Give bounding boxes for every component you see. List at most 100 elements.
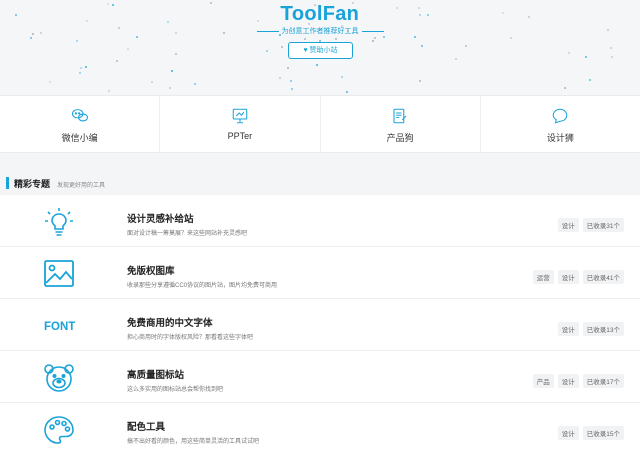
nav-label: 微信小编	[61, 133, 98, 143]
particle-dot	[79, 72, 81, 74]
bear-icon	[44, 364, 74, 392]
topic-tags: 运营 设计 已收录41个	[532, 270, 624, 284]
tag-badge[interactable]: 设计	[557, 374, 579, 388]
topic-tags: 设计 已收录13个	[557, 322, 624, 336]
particle-dot	[194, 83, 196, 85]
particle-dot	[589, 79, 591, 81]
font-icon: FONT	[44, 321, 76, 333]
category-nav: 微信小编 PPTer 产品狗 设计狮	[0, 95, 640, 153]
particle-dot	[151, 81, 153, 83]
topic-title: 免版权图库	[127, 266, 175, 277]
document-edit-icon	[393, 108, 407, 124]
particle-dot	[80, 67, 82, 69]
particle-dot	[175, 53, 177, 55]
particle-dot	[585, 56, 587, 58]
count-badge: 已收录41个	[582, 270, 624, 284]
particle-dot	[374, 37, 376, 39]
topic-tags: 产品 设计 已收录17个	[532, 374, 624, 388]
particle-dot	[304, 38, 306, 40]
topic-row[interactable]: 配色工具 搞不出好看的颜色，用这些简单灵活的工具试试吧 设计 已收录15个	[0, 403, 640, 452]
palette-icon	[44, 416, 74, 444]
topic-list: 设计灵感补给站 面对设计稿一筹莫展？来这些网站补充灵感吧 设计 已收录31个 免…	[0, 195, 640, 452]
wechat-icon	[71, 109, 88, 122]
particle-dot	[266, 50, 268, 52]
tag-badge[interactable]: 产品	[532, 374, 554, 388]
tag-badge[interactable]: 设计	[557, 322, 579, 336]
topic-description: 搞不出好看的颜色，用这些简单灵活的工具试试吧	[127, 439, 260, 445]
tagline-divider-left	[256, 30, 279, 32]
particle-dot	[281, 46, 283, 48]
nav-label: 设计狮	[546, 133, 574, 143]
topic-tags: 设计 已收录15个	[557, 426, 624, 440]
tagline-text: 为创意工作者推荐好工具	[281, 28, 359, 35]
topic-title: 免费商用的中文字体	[127, 318, 213, 329]
site-title[interactable]: ToolFan	[0, 3, 640, 26]
nav-item-product[interactable]: 产品狗	[321, 96, 481, 152]
topic-row[interactable]: FONT 免费商用的中文字体 担心商用时的字体版权风险？那看看这些字体吧 设计 …	[0, 299, 640, 351]
particle-dot	[85, 66, 87, 68]
hero-banner: ToolFan 为创意工作者推荐好工具 ♥ 赞助小站	[0, 0, 640, 95]
particle-dot	[108, 90, 110, 92]
section-accent-bar	[6, 177, 9, 189]
tag-badge[interactable]: 设计	[557, 270, 579, 284]
topic-description: 担心商用时的字体版权风险？那看看这些字体吧	[127, 335, 254, 341]
topic-description: 这么多实用的图标站总会帮你找到吧	[127, 387, 224, 393]
particle-dot	[290, 80, 292, 82]
particle-dot	[49, 81, 51, 83]
particle-dot	[30, 37, 32, 39]
topic-row[interactable]: 免版权图库 收录那些分享遵循CC0协议的图片站，图片均免费可商用 运营 设计 已…	[0, 247, 640, 299]
topic-title: 配色工具	[127, 422, 166, 433]
particle-dot	[279, 77, 281, 79]
tag-badge[interactable]: 设计	[557, 426, 579, 440]
particle-dot	[116, 60, 118, 62]
count-badge: 已收录13个	[582, 322, 624, 336]
particle-dot	[383, 36, 385, 38]
particle-dot	[564, 87, 566, 89]
particle-dot	[465, 45, 467, 47]
particle-dot	[169, 87, 171, 89]
particle-dot	[611, 56, 613, 58]
topic-description: 面对设计稿一筹莫展？来这些网站补充灵感吧	[127, 231, 248, 237]
topic-tags: 设计 已收录31个	[557, 218, 624, 232]
particle-dot	[414, 36, 416, 38]
particle-dot	[610, 47, 612, 49]
count-badge: 已收录31个	[582, 218, 624, 232]
lightbulb-icon	[45, 208, 73, 236]
sponsor-button[interactable]: ♥ 赞助小站	[288, 42, 353, 59]
particle-dot	[335, 38, 337, 40]
nav-label: PPTer	[227, 131, 253, 141]
image-icon	[44, 260, 74, 287]
particle-dot	[316, 64, 318, 66]
particle-dot	[76, 40, 78, 42]
particle-dot	[341, 76, 343, 78]
section-subtitle: 发现更好用的工具	[57, 183, 106, 189]
tag-badge[interactable]: 设计	[557, 218, 579, 232]
count-badge: 已收录17个	[582, 374, 624, 388]
particle-dot	[421, 45, 423, 47]
chat-bubble-icon	[553, 108, 568, 124]
topic-description: 收录那些分享遵循CC0协议的图片站，图片均免费可商用	[127, 283, 278, 289]
site-tagline: 为创意工作者推荐好工具	[0, 26, 640, 36]
particle-dot	[287, 67, 289, 69]
particle-dot	[455, 58, 457, 60]
tagline-divider-right	[361, 30, 384, 32]
tag-badge[interactable]: 运营	[532, 270, 554, 284]
particle-dot	[136, 36, 138, 38]
nav-item-wechat-editor[interactable]: 微信小编	[0, 96, 161, 152]
particle-dot	[510, 37, 512, 39]
topic-title: 设计灵感补给站	[127, 214, 194, 225]
topic-row[interactable]: 高质量图标站 这么多实用的图标站总会帮你找到吧 产品 设计 已收录17个	[0, 351, 640, 403]
particle-dot	[127, 48, 129, 50]
count-badge: 已收录15个	[582, 426, 624, 440]
topic-row[interactable]: 设计灵感补给站 面对设计稿一筹莫展？来这些网站补充灵感吧 设计 已收录31个	[0, 195, 640, 247]
particle-dot	[372, 40, 374, 42]
nav-label: 产品狗	[386, 133, 414, 143]
topic-title: 高质量图标站	[127, 370, 185, 381]
particle-dot	[291, 88, 293, 90]
nav-item-ppter[interactable]: PPTer	[160, 96, 321, 152]
presentation-icon	[232, 108, 248, 124]
particle-dot	[171, 70, 173, 72]
section-title: 精彩专题	[14, 179, 51, 189]
particle-dot	[346, 91, 348, 93]
nav-item-designer[interactable]: 设计狮	[481, 96, 640, 152]
